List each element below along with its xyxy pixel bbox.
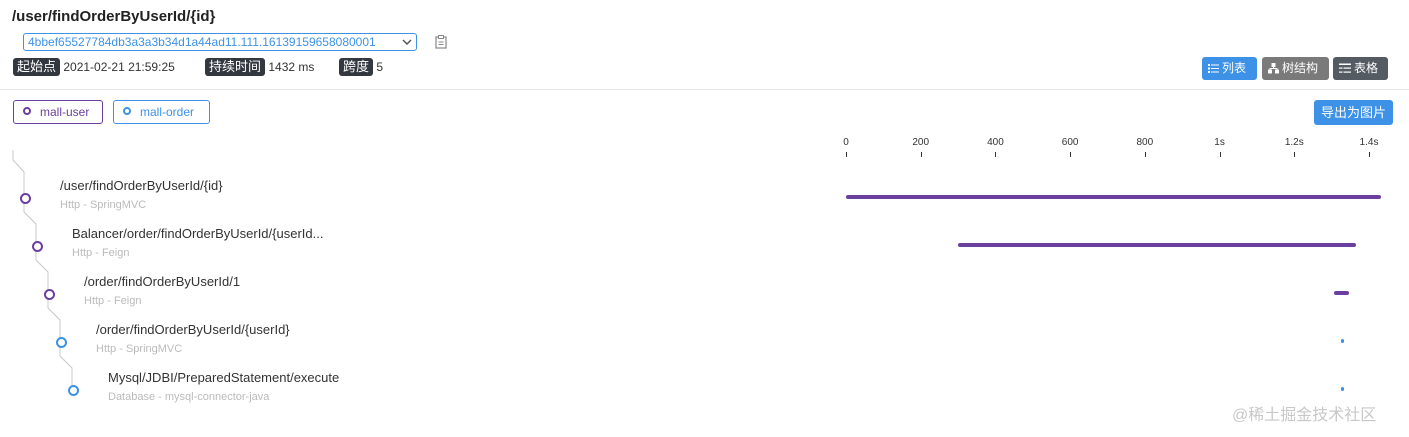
copy-icon[interactable]: [435, 35, 447, 49]
duration-label: 持续时间: [205, 58, 266, 76]
axis-tick: [1070, 152, 1072, 157]
span-count: 跨度 5: [339, 58, 383, 76]
span-name[interactable]: /order/findOrderByUserId/{userId}: [96, 322, 290, 337]
watermark: @稀土掘金技术社区: [1232, 407, 1377, 424]
axis-tick-label: 800: [1136, 137, 1154, 148]
duration-value: 1432 ms: [268, 60, 315, 74]
export-image-button[interactable]: 导出为图片: [1314, 100, 1393, 125]
start-time-label: 起始点: [13, 58, 61, 76]
view-tree-label: 树结构: [1282, 61, 1319, 75]
span-duration-bar[interactable]: [846, 195, 1381, 199]
span-type: Http - Feign: [84, 295, 142, 307]
span-name[interactable]: Balancer/order/findOrderByUserId/{userId…: [72, 226, 323, 241]
span-type: Http - SpringMVC: [60, 199, 147, 211]
service-legend-mall-user[interactable]: mall-user: [13, 100, 103, 124]
span-duration-bar[interactable]: [1340, 339, 1344, 343]
span-count-label: 跨度: [339, 58, 374, 76]
span-count-value: 5: [376, 60, 384, 74]
service-name: mall-user: [40, 105, 90, 119]
span-name[interactable]: Mysql/JDBI/PreparedStatement/execute: [108, 370, 339, 385]
span-type: Http - SpringMVC: [96, 343, 183, 355]
view-list-label: 列表: [1222, 61, 1247, 75]
span-type: Http - Feign: [72, 247, 130, 259]
span-node-icon: [68, 385, 79, 396]
axis-tick-label: 200: [912, 137, 930, 148]
span-node-icon: [20, 193, 31, 204]
start-time: 起始点 2021-02-21 21:59:25: [13, 58, 175, 76]
axis-tick: [920, 152, 922, 157]
service-name: mall-order: [140, 105, 195, 119]
span-name[interactable]: /order/findOrderByUserId/1: [84, 274, 240, 289]
axis-tick-label: 600: [1061, 137, 1079, 148]
span-duration-bar[interactable]: [1333, 291, 1349, 295]
list-icon: [1208, 64, 1219, 73]
trace-title: /user/findOrderByUserId/{id}: [12, 8, 216, 25]
axis-tick: [995, 152, 997, 157]
span-type: Database - mysql-connector-java: [108, 391, 270, 403]
axis-tick: [1294, 152, 1296, 157]
span-duration-bar[interactable]: [958, 243, 1356, 247]
view-table-button[interactable]: 表格: [1333, 57, 1388, 80]
axis-tick-label: 1s: [1214, 137, 1225, 148]
table-icon: [1339, 63, 1351, 73]
span-node-icon: [44, 289, 55, 300]
axis-tick: [1144, 152, 1146, 157]
axis-tick-label: 0: [843, 137, 849, 148]
circle-icon: [23, 107, 31, 115]
axis-tick: [846, 152, 847, 157]
view-tree-button[interactable]: 树结构: [1262, 57, 1329, 80]
trace-id-value: 4bbef65527784db3a3a3b34d1a44ad11.111.161…: [28, 35, 376, 49]
duration: 持续时间 1432 ms: [205, 58, 314, 76]
span-node-icon: [32, 241, 43, 252]
circle-icon: [123, 107, 131, 115]
chevron-down-icon: [402, 34, 412, 56]
view-list-button[interactable]: 列表: [1202, 57, 1257, 80]
service-legend-mall-order[interactable]: mall-order: [113, 100, 210, 124]
span-node-icon: [56, 337, 67, 348]
axis-tick: [1369, 152, 1370, 157]
view-table-label: 表格: [1354, 61, 1379, 75]
start-time-value: 2021-02-21 21:59:25: [63, 60, 175, 74]
axis-tick-label: 1.4s: [1359, 137, 1379, 148]
axis-tick-label: 400: [987, 137, 1004, 148]
tree-icon: [1268, 63, 1279, 74]
span-name[interactable]: /user/findOrderByUserId/{id}: [60, 178, 223, 193]
span-duration-bar[interactable]: [1341, 387, 1345, 391]
trace-id-select[interactable]: 4bbef65527784db3a3a3b34d1a44ad11.111.161…: [23, 33, 417, 51]
header-divider: [0, 89, 1409, 90]
axis-tick: [1219, 152, 1221, 157]
axis-tick-label: 1.2s: [1284, 137, 1304, 148]
